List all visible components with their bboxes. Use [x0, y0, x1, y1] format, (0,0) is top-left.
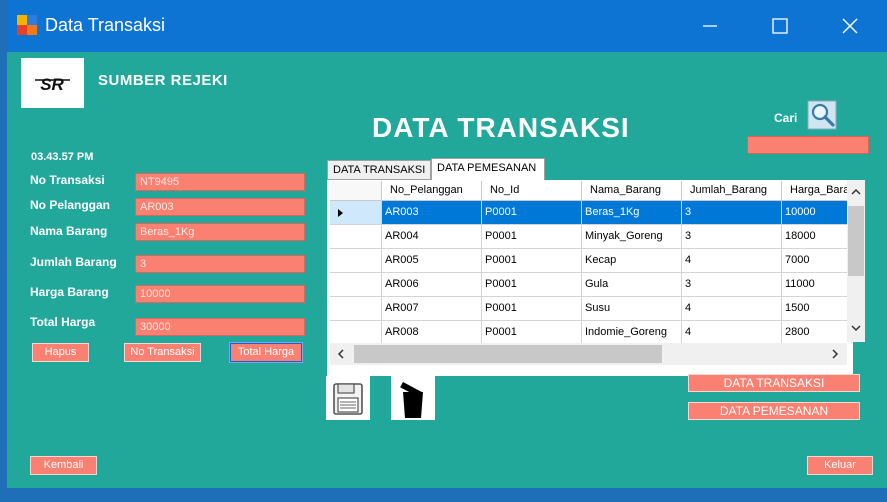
- table-cell[interactable]: 7000: [782, 249, 852, 273]
- table-cell[interactable]: Minyak_Goreng: [582, 225, 682, 249]
- table-cell[interactable]: Beras_1Kg: [582, 201, 682, 225]
- nama-barang-field[interactable]: Beras_1Kg: [135, 223, 305, 241]
- column-header[interactable]: Jumlah_Barang: [682, 181, 782, 201]
- table-cell[interactable]: P0001: [482, 225, 582, 249]
- maximize-icon[interactable]: [757, 10, 803, 42]
- current-row-arrow-icon: [338, 209, 343, 217]
- search-icon[interactable]: [807, 100, 837, 130]
- table-cell[interactable]: 4: [682, 297, 782, 321]
- nama-barang-label: Nama Barang: [30, 224, 108, 238]
- vertical-scrollbar-track: [848, 188, 864, 332]
- grid-corner: [330, 181, 382, 201]
- table-cell[interactable]: 18000: [782, 225, 852, 249]
- total-harga-field[interactable]: 30000: [135, 318, 305, 336]
- app-icon: [17, 15, 37, 35]
- table-cell[interactable]: 3: [682, 273, 782, 297]
- page-title: DATA TRANSAKSI: [372, 112, 630, 143]
- company-logo: SR: [21, 58, 84, 108]
- save-icon: [333, 383, 363, 415]
- save-button[interactable]: [326, 376, 370, 420]
- tab-data-pemesanan[interactable]: DATA PEMESANAN: [431, 158, 545, 180]
- no-transaksi-field[interactable]: NT9495: [135, 173, 305, 191]
- table-cell[interactable]: P0001: [482, 321, 582, 343]
- table-cell[interactable]: 3: [682, 201, 782, 225]
- data-pemesanan-button[interactable]: DATA PEMESANAN: [688, 402, 860, 420]
- keluar-button[interactable]: Keluar: [807, 456, 873, 475]
- company-name: SUMBER REJEKI: [98, 72, 228, 89]
- horizontal-scrollbar[interactable]: [330, 343, 847, 365]
- minimize-icon[interactable]: [687, 10, 733, 42]
- table-cell[interactable]: AR005: [382, 249, 482, 273]
- kembali-button[interactable]: Kembali: [30, 456, 97, 475]
- table-cell[interactable]: AR006: [382, 273, 482, 297]
- scroll-thumb: [354, 345, 662, 363]
- form-client-area: SR SUMBER REJEKI DATA TRANSAKSI Cari 03.…: [7, 52, 887, 488]
- column-header[interactable]: Nama_Barang: [582, 181, 682, 201]
- harga-barang-field[interactable]: 10000: [135, 285, 305, 303]
- table-cell[interactable]: 10000: [782, 201, 852, 225]
- search-input[interactable]: [747, 136, 869, 154]
- table-cell[interactable]: P0001: [482, 201, 582, 225]
- table-cell[interactable]: Kecap: [582, 249, 682, 273]
- jumlah-barang-label: Jumlah Barang: [30, 255, 117, 269]
- tab-data-transaksi[interactable]: DATA TRANSAKSI: [327, 160, 431, 180]
- hapus-button[interactable]: Hapus: [32, 343, 89, 362]
- scroll-right-icon: [832, 349, 839, 359]
- table-cell[interactable]: AR007: [382, 297, 482, 321]
- table-cell[interactable]: 2800: [782, 321, 852, 343]
- row-header[interactable]: [330, 225, 382, 249]
- close-icon[interactable]: [827, 10, 873, 42]
- clock-label: 03.43.57 PM: [31, 151, 94, 163]
- scroll-up-icon: [851, 188, 861, 195]
- vertical-scrollbar[interactable]: [847, 180, 865, 342]
- column-header[interactable]: Harga_Bara: [782, 181, 852, 201]
- data-transaksi-button[interactable]: DATA TRANSAKSI: [688, 374, 860, 392]
- no-pelanggan-field[interactable]: AR003: [135, 198, 305, 216]
- total-harga-label: Total Harga: [30, 315, 96, 329]
- horizontal-scrollbar-track: [337, 345, 839, 363]
- table-cell[interactable]: P0001: [482, 273, 582, 297]
- sr-logo-icon: SR: [35, 75, 70, 94]
- table-cell[interactable]: AR004: [382, 225, 482, 249]
- row-header[interactable]: [330, 321, 382, 343]
- table-cell[interactable]: P0001: [482, 297, 582, 321]
- harga-barang-label: Harga Barang: [30, 285, 109, 299]
- data-grid[interactable]: No_Pelanggan No_Id Nama_Barang Jumlah_Ba…: [330, 181, 852, 343]
- delete-button[interactable]: [391, 376, 435, 420]
- search-label: Cari: [774, 111, 798, 125]
- table-cell[interactable]: 11000: [782, 273, 852, 297]
- no-transaksi-button[interactable]: No Transaksi: [124, 343, 201, 362]
- jumlah-barang-field[interactable]: 3: [135, 255, 305, 273]
- scroll-down-icon: [851, 325, 861, 332]
- table-cell[interactable]: 4: [682, 249, 782, 273]
- row-header[interactable]: [330, 273, 382, 297]
- svg-text:SR: SR: [40, 75, 64, 94]
- window-title: Data Transaksi: [45, 15, 166, 35]
- trash-icon: [400, 382, 423, 418]
- table-cell[interactable]: Indomie_Goreng: [582, 321, 682, 343]
- scroll-thumb: [848, 206, 864, 276]
- column-header[interactable]: No_Id: [482, 181, 582, 201]
- row-header[interactable]: [330, 297, 382, 321]
- column-header[interactable]: No_Pelanggan: [382, 181, 482, 201]
- table-cell[interactable]: AR008: [382, 321, 482, 343]
- table-cell[interactable]: AR003: [382, 201, 482, 225]
- title-bar[interactable]: Data Transaksi: [7, 0, 887, 52]
- scroll-left-icon: [337, 349, 344, 359]
- data-transaksi-window: Data Transaksi SR SUMBER REJEKI DATA TRA…: [7, 0, 887, 488]
- table-cell[interactable]: P0001: [482, 249, 582, 273]
- table-cell[interactable]: 4: [682, 321, 782, 343]
- total-harga-button[interactable]: Total Harga: [229, 342, 303, 363]
- row-header-selected[interactable]: [330, 201, 382, 225]
- no-pelanggan-label: No Pelanggan: [30, 198, 111, 212]
- table-cell[interactable]: 1500: [782, 297, 852, 321]
- no-transaksi-label: No Transaksi: [30, 173, 105, 187]
- table-cell[interactable]: 3: [682, 225, 782, 249]
- row-header[interactable]: [330, 249, 382, 273]
- table-cell[interactable]: Susu: [582, 297, 682, 321]
- table-cell[interactable]: Gula: [582, 273, 682, 297]
